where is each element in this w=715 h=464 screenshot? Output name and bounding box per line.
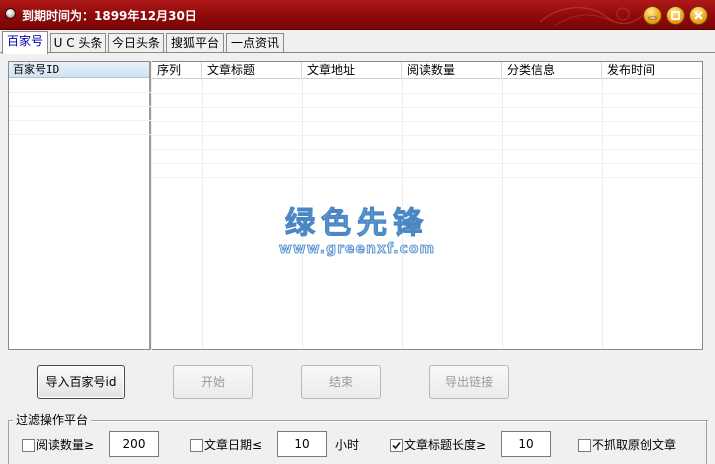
list-row-divider — [9, 134, 152, 135]
date-unit-label: 小时 — [335, 438, 360, 452]
row-divider — [152, 149, 702, 150]
row-divider — [152, 121, 702, 122]
checkmark-icon — [392, 441, 401, 450]
app-icon — [5, 8, 16, 19]
article-date-label: 文章日期≤ — [204, 438, 263, 452]
title-length-input[interactable]: 10 — [501, 431, 551, 457]
row-divider — [152, 107, 702, 108]
column-header-read-count[interactable]: 阅读数量 — [402, 62, 502, 79]
tab-baijiahao[interactable]: 百家号 — [2, 31, 48, 54]
title-length-label: 文章标题长度≥ — [404, 438, 487, 452]
export-links-button[interactable]: 导出链接 — [429, 365, 509, 399]
decorative-swirl — [539, 7, 651, 27]
filter-group-border-left — [8, 420, 9, 464]
tab-sohu[interactable]: 搜狐平台 — [166, 33, 224, 53]
list-row-divider — [9, 120, 152, 121]
column-header-url[interactable]: 文章地址 — [302, 62, 402, 79]
column-divider — [202, 79, 203, 349]
read-count-label: 阅读数量≥ — [36, 438, 95, 452]
skip-original-label: 不抓取原创文章 — [592, 438, 677, 452]
article-date-input[interactable]: 10 — [277, 431, 327, 457]
tab-yidian-zixun[interactable]: 一点资讯 — [226, 33, 284, 53]
list-row-divider — [9, 106, 152, 107]
column-divider — [602, 79, 603, 349]
svg-text:www.greenxf.com: www.greenxf.com — [279, 241, 435, 257]
start-button[interactable]: 开始 — [173, 365, 253, 399]
window-title: 到期时间为：1899年12月30日 — [22, 9, 197, 23]
column-header-publish-time[interactable]: 发布时间 — [602, 62, 702, 79]
row-divider — [152, 135, 702, 136]
close-icon — [694, 11, 703, 20]
filter-group-border-highlight — [8, 421, 708, 422]
list-row-divider — [9, 92, 152, 93]
tab-jinri-toutiao[interactable]: 今日头条 — [108, 33, 164, 53]
row-divider — [152, 93, 702, 94]
platform-tabs: 百家号 U C 头条 今日头条 搜狐平台 一点资讯 — [0, 31, 715, 54]
id-list-header[interactable]: 百家号ID — [9, 62, 149, 78]
column-header-title[interactable]: 文章标题 — [202, 62, 302, 79]
table-header: 序列 文章标题 文章地址 阅读数量 分类信息 发布时间 — [152, 62, 702, 79]
title-length-checkbox[interactable] — [390, 439, 403, 452]
read-count-input[interactable]: 200 — [109, 431, 159, 457]
maximize-button[interactable] — [666, 6, 685, 25]
import-ids-button[interactable]: 导入百家号id — [37, 365, 125, 399]
maximize-icon — [671, 11, 680, 20]
minimize-icon — [648, 16, 657, 20]
filter-group-title: 过滤操作平台 — [13, 412, 92, 428]
tab-uc-toutiao[interactable]: U C 头条 — [50, 33, 106, 53]
minimize-button[interactable] — [643, 6, 662, 25]
row-divider — [152, 177, 702, 178]
article-date-checkbox[interactable] — [190, 439, 203, 452]
close-button[interactable] — [689, 6, 708, 25]
svg-text:绿色先锋: 绿色先锋 — [285, 206, 429, 241]
greenxf-watermark: 绿色先锋 www.greenxf.com — [278, 206, 435, 258]
column-header-index[interactable]: 序列 — [152, 62, 202, 79]
baijiahao-id-list[interactable]: 百家号ID — [8, 61, 152, 350]
skip-original-checkbox[interactable] — [578, 439, 591, 452]
column-divider — [502, 79, 503, 349]
stop-button[interactable]: 结束 — [301, 365, 381, 399]
tab-divider — [0, 52, 715, 53]
filter-group-border-right — [706, 420, 707, 464]
read-count-checkbox[interactable] — [22, 439, 35, 452]
title-bar[interactable]: 到期时间为：1899年12月30日 — [0, 0, 715, 30]
column-header-category[interactable]: 分类信息 — [502, 62, 602, 79]
row-divider — [152, 163, 702, 164]
